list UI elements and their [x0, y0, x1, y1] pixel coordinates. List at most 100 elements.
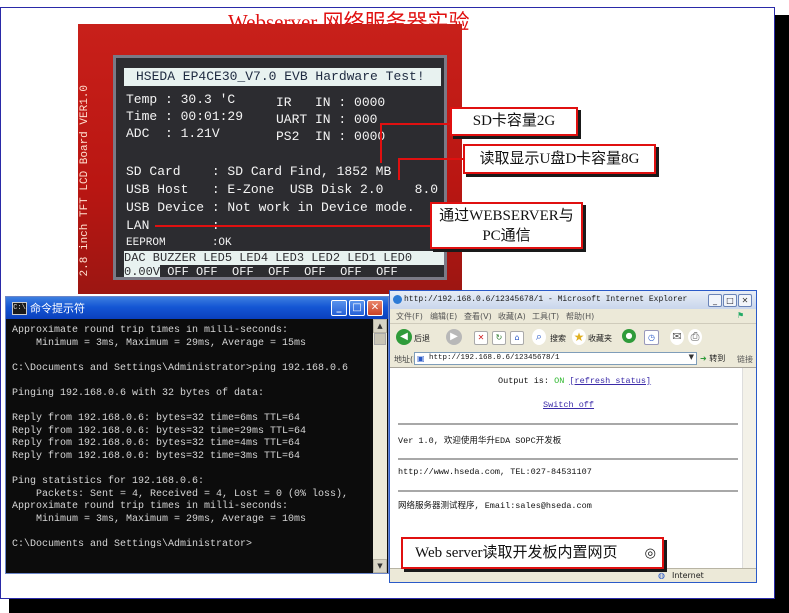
lcd-eeprom-line: EEPROM :OK	[126, 237, 232, 249]
stop-icon[interactable]: ✕	[474, 331, 488, 345]
menu-favorites[interactable]: 收藏(A)	[498, 311, 526, 322]
go-button[interactable]: ➜ 转到	[700, 353, 725, 364]
ie-scrollbar[interactable]	[742, 368, 756, 568]
refresh-status-link[interactable]: [refresh status]	[569, 376, 651, 386]
lcd-led2-state: OFF	[304, 265, 326, 279]
cmd-scrollbar[interactable]: ▲ ▼	[373, 319, 387, 573]
search-icon[interactable]: ⌕	[532, 329, 546, 345]
search-button-label[interactable]: 搜索	[550, 333, 566, 344]
website-line: http://www.hseda.com, TEL:027-84531107	[398, 467, 592, 477]
cmd-line	[12, 350, 368, 363]
status-zone-label: Internet	[672, 571, 704, 580]
cmd-line: Approximate round trip times in milli-se…	[12, 325, 289, 336]
refresh-icon[interactable]: ↻	[492, 331, 506, 345]
cmd-line: C:\Documents and Settings\Administrator>…	[12, 362, 349, 374]
leader-line-sd	[380, 123, 450, 125]
lcd-led0-state: OFF	[376, 265, 398, 279]
ie-menubar: 文件(F) 编辑(E) 查看(V) 收藏(A) 工具(T) 帮助(H) ⚑	[390, 309, 756, 324]
windows-flag-icon: ⚑	[737, 311, 745, 320]
callout-udisk-capacity: 读取显示U盘D卡容量8G	[463, 144, 656, 174]
menu-tools[interactable]: 工具(T)	[532, 311, 559, 322]
address-dropdown-icon[interactable]: ▼	[689, 353, 694, 361]
callout-ie-text: Web server读取开发板内置网页	[415, 545, 618, 561]
version-line: Ver 1.0, 欢迎使用华升EDA SOPC开发板	[398, 436, 562, 446]
divider	[398, 490, 738, 492]
favorites-star-icon[interactable]: ★	[572, 329, 586, 345]
output-label: Output is:	[498, 376, 555, 386]
links-button[interactable]: 链接	[737, 354, 753, 365]
cmd-titlebar[interactable]: C:\ 命令提示符 _ □ ✕	[6, 297, 388, 319]
history-icon[interactable]: ◷	[644, 330, 659, 345]
command-prompt-window[interactable]: C:\ 命令提示符 _ □ ✕ Approximate round trip t…	[5, 296, 389, 574]
page-icon: ▣	[417, 354, 425, 363]
callout-webserver-line2: PC通信	[482, 228, 531, 244]
cmd-line	[12, 464, 368, 477]
ie-status-bar: ◍ Internet	[390, 568, 756, 582]
lcd-ir-line: IR IN : 0000	[276, 95, 386, 110]
favorites-button-label[interactable]: 收藏夹	[588, 333, 612, 344]
scroll-down-arrow-icon[interactable]: ▼	[373, 559, 387, 573]
cmd-line: Reply from 192.168.0.6: bytes=32 time=29…	[12, 425, 307, 437]
cmd-line: Minimum = 3ms, Maximum = 29ms, Average =…	[12, 513, 307, 525]
address-value: http://192.168.0.6/12345678/1	[429, 354, 560, 362]
ie-titlebar[interactable]: http://192.168.0.6/12345678/1 - Microsof…	[390, 291, 756, 310]
cmd-scroll-thumb[interactable]	[374, 333, 386, 345]
cmd-line: Packets: Sent = 4, Received = 4, Lost = …	[12, 488, 349, 500]
ie-toolbar: ◀ 后退 ▶ ✕ ↻ ⌂ ⌕ 搜索 ★ 收藏夹 ● ◷ ✉ ⎙	[390, 324, 756, 352]
cmd-line	[12, 375, 368, 388]
back-icon[interactable]: ◀	[396, 329, 412, 345]
leader-line-udisk-vertical	[398, 158, 400, 180]
email-line: 网络服务器测试程序, Email:sales@hseda.com	[398, 501, 592, 511]
lcd-usbhost-line: USB Host : E-Zone USB Disk 2.0 8.0	[126, 182, 439, 197]
lcd-dac-values: 0.00V OFF OFF OFF OFF OFF OFF OFF	[124, 265, 444, 279]
lcd-time-line: Time : 00:01:29	[126, 109, 244, 124]
lcd-led1-state: OFF	[340, 265, 362, 279]
callout-sd-capacity: SD卡容量2G	[450, 107, 578, 136]
scroll-up-arrow-icon[interactable]: ▲	[373, 319, 387, 333]
menu-help[interactable]: 帮助(H)	[566, 311, 594, 322]
cmd-line: Minimum = 3ms, Maximum = 29ms, Average =…	[12, 337, 307, 349]
back-button-label[interactable]: 后退	[414, 333, 430, 344]
leader-line-udisk	[398, 158, 464, 160]
internet-zone-icon: ◍	[658, 571, 665, 580]
leader-line-lan	[155, 225, 430, 227]
lcd-ps2-line: PS2 IN : 0000	[276, 129, 386, 144]
address-input[interactable]: ▣ http://192.168.0.6/12345678/1 ▼	[414, 352, 697, 365]
cmd-line	[12, 527, 368, 540]
lcd-led5-state: OFF	[196, 265, 218, 279]
forward-icon[interactable]: ▶	[446, 329, 462, 345]
ie-window-title: http://192.168.0.6/12345678/1 - Microsof…	[404, 295, 688, 304]
mail-icon[interactable]: ✉	[670, 329, 684, 345]
print-icon[interactable]: ⎙	[688, 329, 702, 345]
cmd-line: Reply from 192.168.0.6: bytes=32 time=6m…	[12, 413, 301, 425]
menu-edit[interactable]: 编辑(E)	[430, 311, 457, 322]
ie-minimize-button[interactable]: _	[708, 294, 722, 307]
menu-file[interactable]: 文件(F)	[396, 311, 423, 322]
divider	[398, 423, 738, 425]
ie-close-button[interactable]: ✕	[738, 294, 752, 307]
cmd-maximize-button[interactable]: □	[349, 300, 365, 316]
cmd-line: Reply from 192.168.0.6: bytes=32 time=4m…	[12, 438, 301, 450]
lcd-uart-line: UART IN : 000	[276, 112, 378, 127]
menu-view[interactable]: 查看(V)	[464, 311, 492, 322]
target-circle-icon: ◎	[644, 545, 656, 560]
cmd-line: Approximate round trip times in milli-se…	[12, 501, 289, 513]
lcd-header: HSEDA EP4CE30_V7.0 EVB Hardware Test!	[124, 68, 441, 86]
switch-off-link[interactable]: Switch off	[543, 400, 594, 410]
cmd-output[interactable]: Approximate round trip times in milli-se…	[12, 325, 368, 571]
go-arrow-icon: ➜	[700, 354, 707, 363]
cmd-line: Ping statistics for 192.168.0.6:	[12, 476, 205, 488]
ie-maximize-button[interactable]: □	[723, 294, 737, 307]
ie-address-bar: 地址(D) ▣ http://192.168.0.6/12345678/1 ▼ …	[390, 351, 756, 368]
go-button-label: 转到	[709, 354, 726, 363]
ie-logo-icon	[393, 295, 402, 304]
lcd-temp-line: Temp : 30.3 'C	[126, 92, 236, 107]
cmd-minimize-button[interactable]: _	[331, 300, 347, 316]
callout-ie-webpage: Web server读取开发板内置网页 ◎	[401, 537, 664, 569]
home-icon[interactable]: ⌂	[510, 331, 524, 345]
cmd-console-icon[interactable]: C:\	[12, 302, 27, 315]
callout-webserver-line1: 通过WEBSERVER与	[439, 208, 574, 224]
media-icon[interactable]: ●	[622, 329, 636, 343]
lcd-sdcard-line: SD Card : SD Card Find, 1852 MB	[126, 164, 392, 179]
cmd-close-button[interactable]: ✕	[367, 300, 383, 316]
